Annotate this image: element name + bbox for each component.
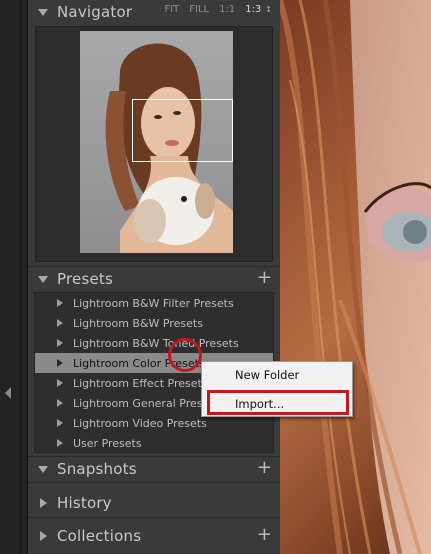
history-title: History (57, 494, 112, 512)
preset-folder-label: User Presets (73, 436, 142, 450)
divider (28, 517, 280, 518)
panel-groove (20, 0, 22, 554)
preset-folder-label: Lightroom B&W Toned Presets (73, 336, 239, 350)
preset-folder-label: Lightroom B&W Presets (73, 316, 203, 330)
add-snapshot-icon[interactable]: + (257, 459, 272, 477)
preset-folder-label: Lightroom B&W Filter Presets (73, 296, 234, 310)
collapse-triangle-icon[interactable] (38, 465, 48, 473)
navigator-title: Navigator (57, 3, 133, 21)
add-collection-icon[interactable]: + (257, 526, 272, 544)
expand-triangle-icon[interactable] (57, 339, 63, 347)
expand-triangle-icon[interactable] (40, 498, 47, 508)
collapse-triangle-icon[interactable] (38, 8, 48, 16)
preset-folder-label: Lightroom General Presets (73, 396, 220, 410)
history-header[interactable]: History (28, 491, 280, 515)
expand-triangle-icon[interactable] (57, 419, 63, 427)
zoom-1-1[interactable]: 1:1 (219, 4, 235, 15)
expand-triangle-icon[interactable] (40, 531, 47, 541)
add-preset-icon[interactable]: + (257, 269, 272, 287)
expand-triangle-icon[interactable] (57, 319, 63, 327)
expand-triangle-icon[interactable] (57, 379, 63, 387)
collections-header[interactable]: Collections + (28, 524, 280, 548)
navigator-preview[interactable] (35, 26, 273, 262)
preset-folder-row[interactable]: Lightroom B&W Filter Presets (35, 293, 273, 313)
divider (28, 482, 280, 483)
collapse-triangle-icon[interactable] (38, 275, 48, 283)
presets-title: Presets (57, 270, 113, 288)
left-panel-strip (0, 0, 28, 554)
menu-item-new-folder[interactable]: New Folder (202, 364, 352, 386)
expand-triangle-icon[interactable] (57, 359, 63, 367)
navigator-thumbnail (80, 31, 233, 253)
collections-title: Collections (57, 527, 142, 545)
annotation-highlight-circle (168, 338, 202, 372)
zoom-fill[interactable]: FILL (189, 4, 209, 15)
main-photo-view[interactable] (280, 0, 431, 554)
navigator-zoom-options: FIT FILL 1:1 1:3 ↕ (164, 4, 272, 15)
zoom-fit[interactable]: FIT (164, 4, 179, 15)
zoom-1-3[interactable]: 1:3 (245, 4, 261, 15)
left-panel: Navigator FIT FILL 1:1 1:3 ↕ Presets + L… (28, 0, 280, 554)
annotation-highlight-box (207, 390, 349, 415)
navigator-view-rectangle[interactable] (132, 99, 233, 162)
expand-triangle-icon[interactable] (57, 299, 63, 307)
preset-folder-row[interactable]: User Presets (35, 433, 273, 453)
collapse-left-panel-icon[interactable] (5, 387, 11, 399)
zoom-stepper-icon[interactable]: ↕ (265, 5, 272, 14)
expand-triangle-icon[interactable] (57, 399, 63, 407)
snapshots-header[interactable]: Snapshots + (28, 457, 280, 481)
snapshots-title: Snapshots (57, 460, 137, 478)
preset-folder-row[interactable]: Lightroom B&W Presets (35, 313, 273, 333)
preset-folder-label: Lightroom Video Presets (73, 416, 207, 430)
preset-folder-row[interactable]: Lightroom B&W Toned Presets (35, 333, 273, 353)
presets-header[interactable]: Presets + (28, 267, 280, 291)
expand-triangle-icon[interactable] (57, 439, 63, 447)
portrait-closeup-image (280, 0, 431, 554)
preset-folder-label: Lightroom Effect Presets (73, 376, 208, 390)
